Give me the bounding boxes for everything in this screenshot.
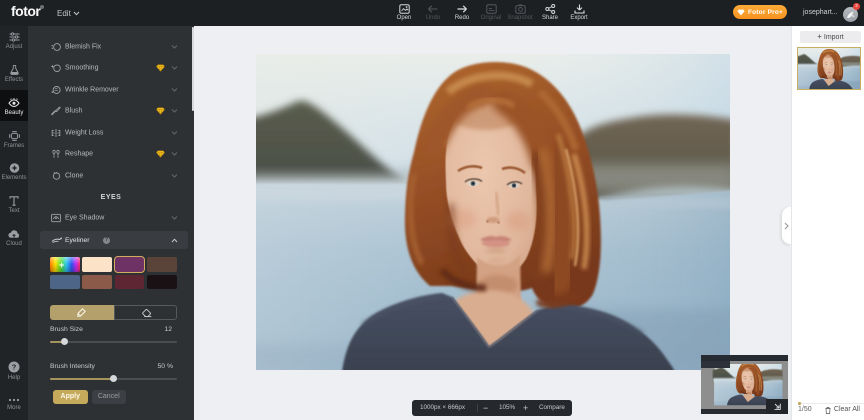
svg-text:?: ? [12, 363, 17, 372]
